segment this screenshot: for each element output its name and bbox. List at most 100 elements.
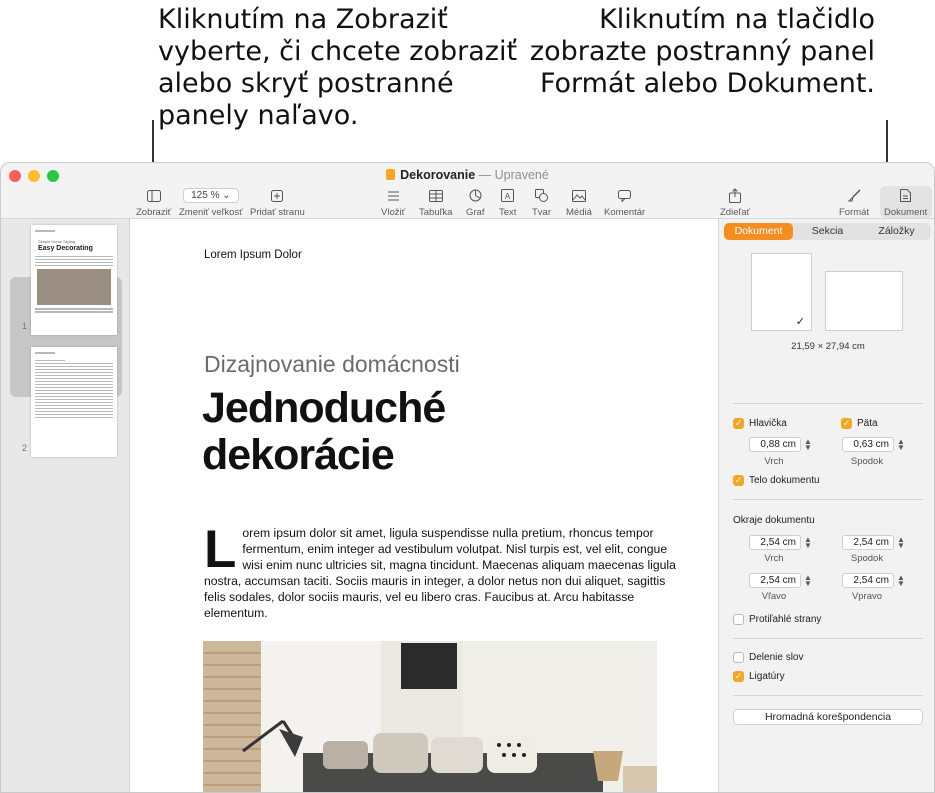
comment-button[interactable]: Komentár [604, 187, 645, 218]
facing-pages-checkbox[interactable]: Protiľahlé strany [733, 614, 821, 625]
add-page-icon [271, 187, 284, 204]
divider [733, 695, 923, 696]
stepper-arrows-icon[interactable]: ▲ ▼ [804, 573, 812, 587]
text-label: Text [499, 207, 517, 218]
add-page-label: Pridať stranu [250, 207, 305, 218]
body-label: Telo dokumentu [749, 475, 820, 486]
document-button[interactable]: Dokument [884, 187, 927, 218]
zoom-control[interactable]: 125 % ⌄ Zmeniť veľkosť [179, 187, 243, 218]
ligatures-label: Ligatúry [749, 671, 785, 682]
document-body[interactable]: Lorem ipsum dolor sit amet, ligula suspe… [204, 520, 680, 621]
zoom-label: Zmeniť veľkosť [179, 207, 243, 218]
view-button[interactable]: Zobraziť [136, 187, 171, 218]
share-icon [729, 187, 742, 204]
margin-bottom-value[interactable]: 2,54 cm [842, 535, 894, 550]
table-label: Tabuľka [419, 207, 453, 218]
callout-view-sidebars: Kliknutím na Zobraziť vyberte, či chcete… [158, 4, 518, 131]
tab-document[interactable]: Dokument [724, 223, 793, 240]
share-label: Zdieľať [720, 207, 751, 218]
pages-window: Dekorovanie — Upravené Zobraziť 125 % ⌄ … [0, 162, 935, 793]
document-title[interactable]: Jednoduché dekorácie [202, 385, 602, 479]
document-status: Upravené [494, 168, 549, 182]
header-distance-stepper[interactable]: 0,88 cm ▲ ▼ [749, 437, 812, 452]
top-label: Vrch [764, 456, 784, 467]
footer-label: Päta [857, 418, 878, 429]
share-button[interactable]: Zdieľať [720, 187, 750, 218]
thumb-title: Easy Decorating [38, 244, 93, 252]
chart-label: Graf [466, 207, 485, 218]
callout-line-right [886, 120, 888, 168]
margin-right-label: Vpravo [851, 591, 883, 602]
margin-top-stepper[interactable]: 2,54 cm ▲ ▼ [749, 535, 812, 550]
add-page-button[interactable]: Pridať stranu [250, 187, 305, 218]
format-button[interactable]: Formát [839, 187, 869, 218]
page-thumbnails-sidebar: Simple Home Styling Easy Decorating 1 2 [1, 219, 130, 792]
paper-size: 21,59 × 27,94 cm [791, 341, 865, 352]
inspector-tabs: Dokument Sekcia Záložky [724, 223, 931, 240]
mail-merge-button[interactable]: Hromadná korešpondencia [733, 709, 923, 725]
table-button[interactable]: Tabuľka [419, 187, 452, 218]
hyphen-label: Delenie slov [749, 652, 804, 663]
margin-left-value[interactable]: 2,54 cm [749, 573, 801, 588]
sidebar-icon [146, 187, 161, 204]
facing-label: Protiľahlé strany [749, 614, 822, 625]
document-label: Dokument [884, 207, 928, 218]
paintbrush-icon [847, 187, 861, 204]
shape-label: Tvar [532, 207, 551, 218]
header-checkbox[interactable]: ✓ Hlavička [733, 418, 787, 429]
margin-bottom-stepper[interactable]: 2,54 cm ▲ ▼ [842, 535, 905, 550]
media-button[interactable]: Médiá [566, 187, 592, 218]
divider [733, 499, 923, 500]
view-label: Zobraziť [136, 207, 172, 218]
text-button[interactable]: A Text [499, 187, 516, 218]
zoom-select[interactable]: 125 % ⌄ [183, 188, 239, 203]
document-subtitle[interactable]: Dizajnovanie domácnosti [204, 351, 460, 378]
checkbox-unchecked-icon [733, 652, 744, 663]
header-distance-value[interactable]: 0,88 cm [749, 437, 801, 452]
margin-left-label: Vľavo [761, 591, 787, 602]
divider [733, 638, 923, 639]
insert-button[interactable]: Vložiť [381, 187, 405, 218]
margins-title: Okraje dokumentu [733, 515, 815, 526]
callout-format-document: Kliknutím na tlačidlo zobrazte postranný… [529, 4, 875, 99]
shape-button[interactable]: Tvar [532, 187, 551, 218]
divider [733, 403, 923, 404]
zoom-value: 125 % [191, 190, 220, 201]
footer-distance-value[interactable]: 0,63 cm [842, 437, 894, 452]
header-label: Hlavička [749, 418, 787, 429]
margin-top-value[interactable]: 2,54 cm [749, 535, 801, 550]
chart-pie-icon [469, 187, 482, 204]
checkbox-checked-icon: ✓ [733, 418, 744, 429]
drop-cap: L [204, 520, 237, 579]
stepper-arrows-icon[interactable]: ▲ ▼ [897, 437, 905, 451]
bottom-label: Spodok [850, 456, 884, 467]
margin-right-value[interactable]: 2,54 cm [842, 573, 894, 588]
footer-distance-stepper[interactable]: 0,63 cm ▲ ▼ [842, 437, 905, 452]
window-title: Dekorovanie — Upravené [1, 168, 934, 182]
chart-button[interactable]: Graf [466, 187, 484, 218]
stepper-arrows-icon[interactable]: ▲ ▼ [897, 573, 905, 587]
stepper-arrows-icon[interactable]: ▲ ▼ [897, 535, 905, 549]
stepper-arrows-icon[interactable]: ▲ ▼ [804, 535, 812, 549]
document-canvas[interactable]: Lorem Ipsum Dolor Dizajnovanie domácnost… [131, 219, 717, 792]
hyphenation-checkbox[interactable]: Delenie slov [733, 652, 803, 663]
footer-checkbox[interactable]: ✓ Päta [841, 418, 878, 429]
chevron-down-icon: ⌄ [222, 190, 231, 201]
stepper-arrows-icon[interactable]: ▲ ▼ [804, 437, 812, 451]
portrait-orientation[interactable]: ✓ [751, 253, 812, 331]
margin-top-label: Vrch [764, 553, 784, 564]
page-thumbnail-2[interactable] [31, 347, 117, 457]
tab-section[interactable]: Sekcia [793, 223, 862, 240]
document-inspector: Dokument Sekcia Záložky ✓ 21,59 × 27,94 … [718, 219, 934, 792]
margin-left-stepper[interactable]: 2,54 cm ▲ ▼ [749, 573, 812, 588]
margin-right-stepper[interactable]: 2,54 cm ▲ ▼ [842, 573, 905, 588]
living-room-photo[interactable] [203, 641, 657, 792]
body-checkbox[interactable]: ✓ Telo dokumentu [733, 475, 820, 486]
tab-bookmarks[interactable]: Záložky [862, 223, 931, 240]
ligatures-checkbox[interactable]: ✓ Ligatúry [733, 671, 785, 682]
landscape-orientation[interactable] [825, 271, 903, 331]
table-icon [428, 187, 443, 204]
page-thumbnail-1[interactable]: Simple Home Styling Easy Decorating [31, 225, 117, 335]
document-header[interactable]: Lorem Ipsum Dolor [204, 249, 302, 261]
insert-label: Vložiť [381, 207, 406, 218]
